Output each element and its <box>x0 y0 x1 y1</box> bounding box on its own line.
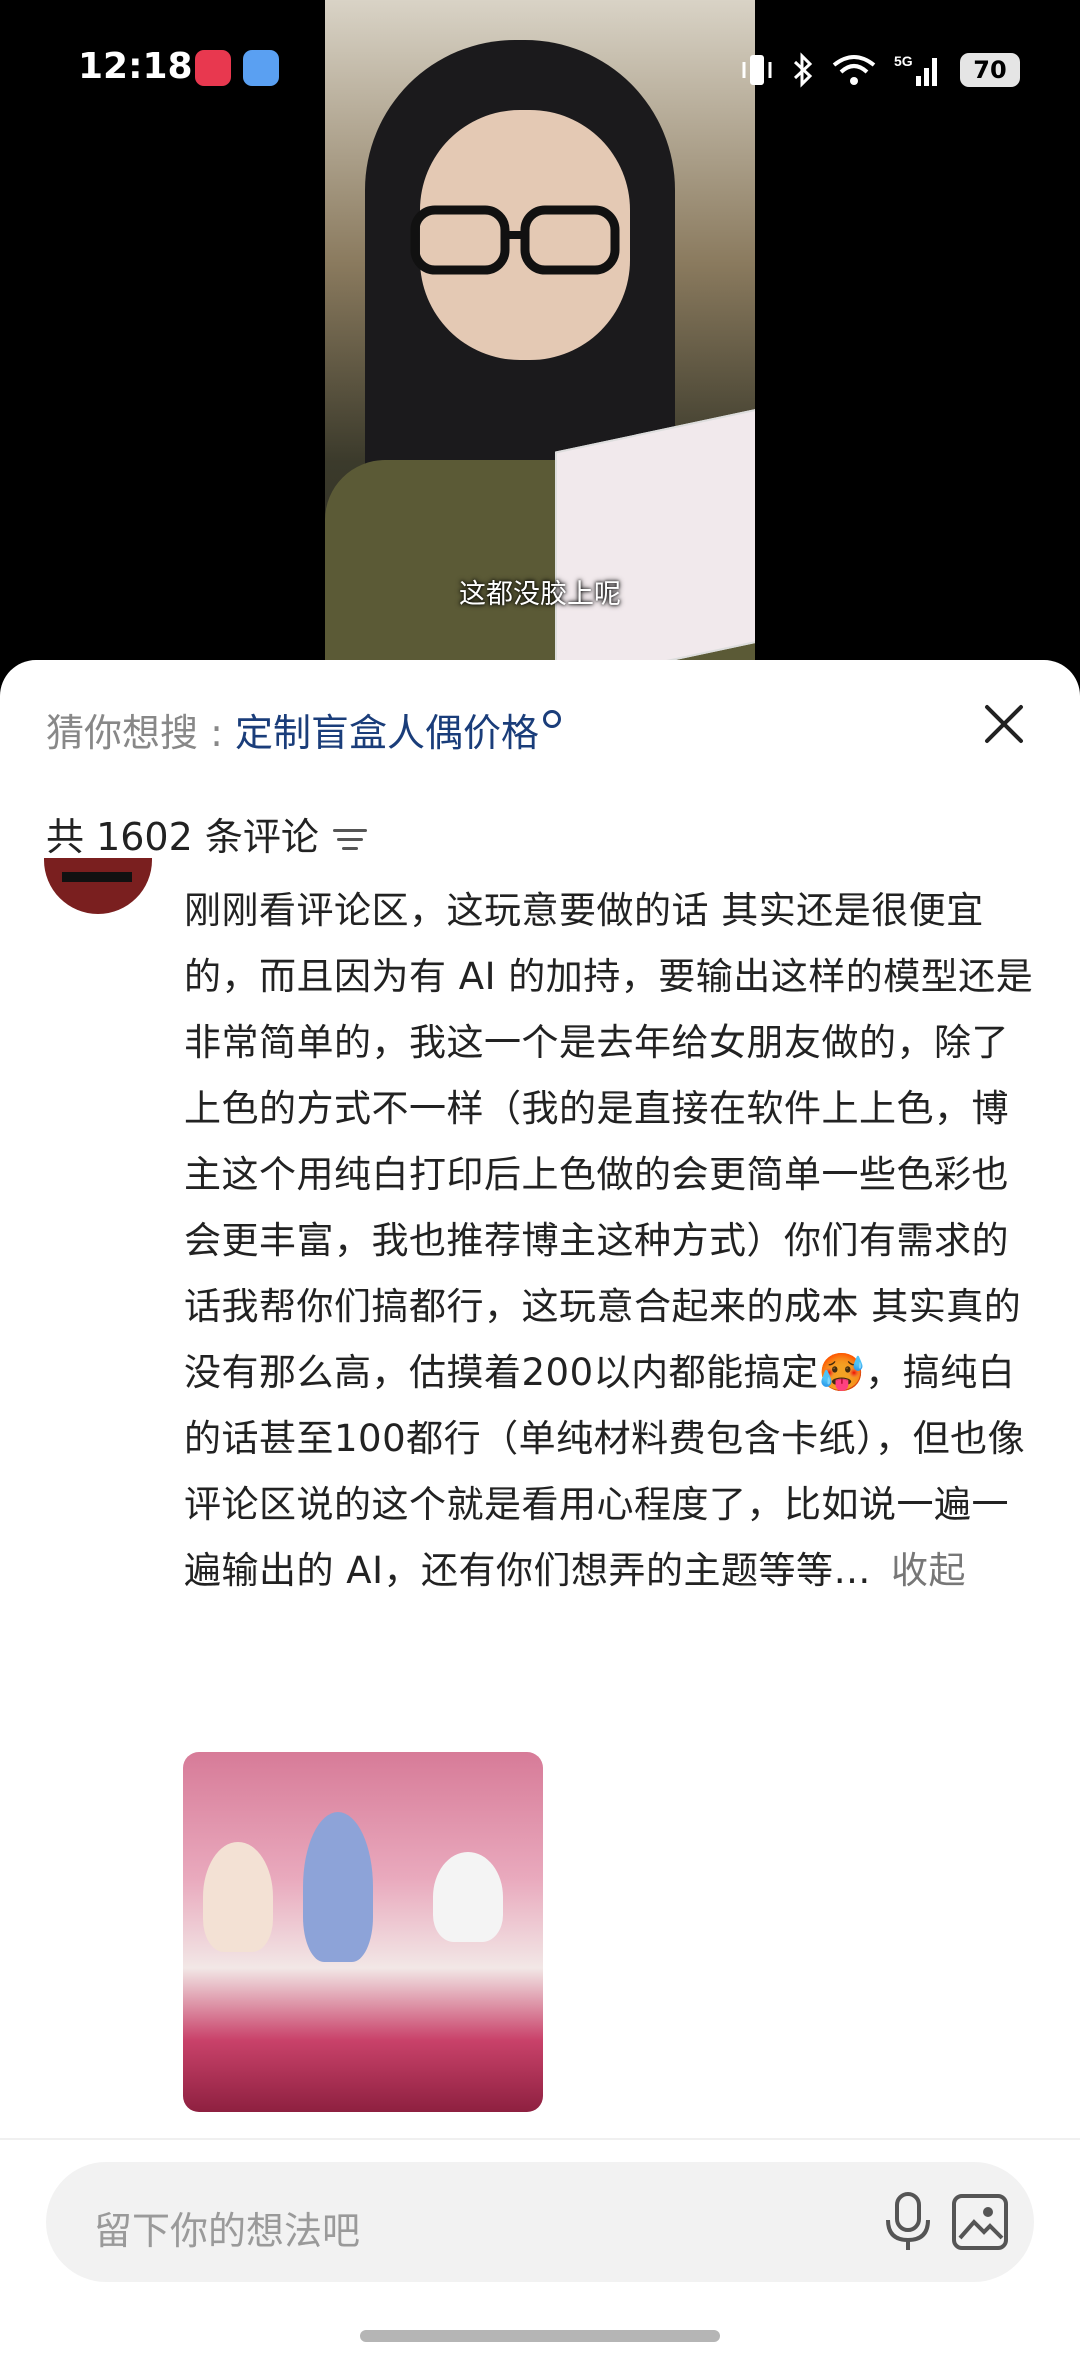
image-picker-icon[interactable] <box>952 2194 1008 2250</box>
image-figure <box>203 1842 273 1952</box>
battery-indicator: 70 <box>960 53 1020 87</box>
sort-icon[interactable] <box>332 827 367 853</box>
suggest-label: 猜你想搜 : <box>46 711 235 755</box>
comment-input-placeholder: 留下你的想法吧 <box>94 2209 361 2253</box>
comment-input[interactable]: 留下你的想法吧 <box>46 2162 1034 2282</box>
weather-notification-icon <box>243 50 279 86</box>
home-indicator[interactable] <box>360 2330 720 2342</box>
avatar[interactable] <box>44 858 152 914</box>
image-figure <box>303 1812 373 1962</box>
app-notification-icon <box>195 50 231 86</box>
status-icons: 5G 70 <box>740 50 1020 90</box>
vibrate-icon <box>742 55 772 85</box>
svg-text:5G: 5G <box>894 53 913 69</box>
comment-count: 共 1602 条评论 <box>46 815 319 859</box>
video-subtitle: 这都没胶上呢 <box>459 579 621 610</box>
divider <box>0 2138 1080 2140</box>
status-bar: 12:18 5G 70 <box>0 0 1080 140</box>
comment-count-header: 共 1602 条评论 <box>46 806 367 861</box>
suggest-term[interactable]: 定制盲盒人偶价格 <box>235 711 539 755</box>
search-suggestion[interactable]: 猜你想搜 : 定制盲盒人偶价格 <box>46 702 561 757</box>
wifi-icon <box>832 55 876 85</box>
video-frame-glasses <box>410 205 620 275</box>
image-glyph <box>958 2207 1004 2240</box>
comment-image[interactable] <box>183 1752 543 2112</box>
status-time: 12:18 <box>78 46 193 87</box>
collapse-link[interactable]: 收起 <box>891 1549 966 1592</box>
image-figure <box>433 1852 503 1942</box>
comment-body[interactable]: 刚刚看评论区，这玩意要做的话 其实还是很便宜的，而且因为有 AI 的加持，要输出… <box>184 878 1044 1604</box>
video-frame-box <box>555 408 755 660</box>
bluetooth-icon <box>793 52 813 88</box>
signal-5g-icon: 5G <box>894 53 937 86</box>
search-icon <box>542 710 561 728</box>
close-button[interactable] <box>980 700 1028 748</box>
comment-sheet: 猜你想搜 : 定制盲盒人偶价格 共 1602 条评论 刚刚看评论区，这玩意要做的… <box>0 660 1080 2354</box>
comment-text: 刚刚看评论区，这玩意要做的话 其实还是很便宜的，而且因为有 AI 的加持，要输出… <box>184 889 1034 1592</box>
mic-icon[interactable] <box>878 2190 938 2254</box>
